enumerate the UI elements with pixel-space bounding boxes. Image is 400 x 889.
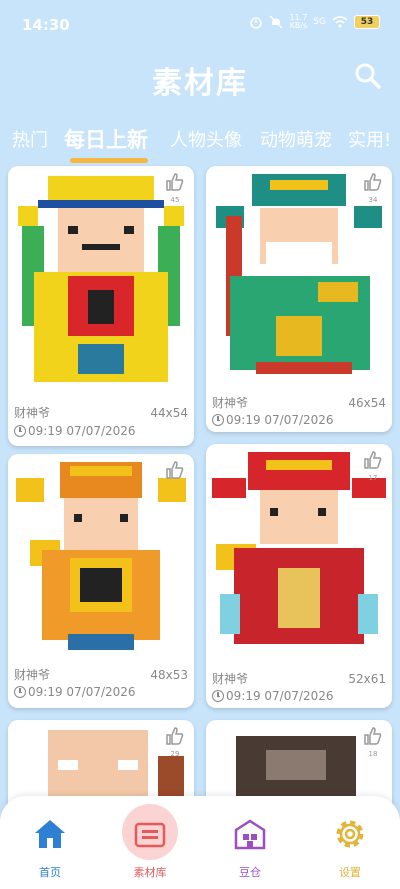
card-date: 09:19 07/07/2026 [14,424,136,438]
card-date: 09:19 07/07/2026 [14,685,136,699]
status-bar: 14:30 11.7 KB/s 5G 53 [0,0,400,48]
nav-warehouse-label: 豆仓 [239,866,261,879]
thumbs-up-icon [364,451,382,469]
home-icon [35,820,65,848]
clock-icon [14,425,26,437]
material-card[interactable]: 45 财神爷 44x54 09:19 07/07/2026 [8,166,194,446]
nav-settings[interactable]: 设置 [300,796,400,889]
mute-icon [269,15,284,29]
clock-icon [14,686,26,698]
tab-daily-new[interactable]: 每日上新 [64,124,148,154]
card-date: 09:19 07/07/2026 [212,689,334,703]
network-type: 5G [313,17,326,27]
card-size: 46x54 [348,396,386,410]
speed-unit: KB/s [289,21,308,30]
material-grid[interactable]: 45 财神爷 44x54 09:19 07/07/2026 34 财神爷 46x… [0,164,400,804]
card-size: 52x61 [348,672,386,686]
like-button[interactable]: 45 [162,172,188,204]
nav-settings-label: 设置 [339,866,361,879]
nav-home[interactable]: 首页 [0,796,100,889]
card-date-text: 09:19 07/07/2026 [226,689,334,703]
nav-warehouse[interactable]: 豆仓 [200,796,300,889]
nav-library-label: 素材库 [133,866,167,879]
card-date-text: 09:19 07/07/2026 [28,685,136,699]
thumbs-up-icon [166,173,184,191]
like-count: 18 [368,750,378,758]
thumbs-up-icon [166,461,184,479]
page-title: 素材库 [152,66,248,101]
nav-home-label: 首页 [39,866,61,879]
warehouse-icon [234,819,266,850]
like-count: 29 [170,750,180,758]
material-card[interactable]: 17 财神爷 52x61 09:19 07/07/2026 [206,444,392,708]
thumbs-up-icon [364,173,382,191]
like-count: 34 [368,196,378,204]
network-speed: 11.7 KB/s [289,14,307,30]
status-time: 14:30 [22,16,70,34]
card-title: 财神爷 [14,406,51,420]
battery-icon: 53 [354,15,380,29]
like-button[interactable] [162,460,188,484]
card-size: 44x54 [150,406,188,420]
card-title: 财神爷 [14,668,51,682]
tab-animals[interactable]: 动物萌宠 [260,126,332,152]
gear-icon [336,820,364,848]
thumbs-up-icon [364,727,382,745]
card-title: 财神爷 [212,672,249,686]
clock-icon [212,414,224,426]
tab-useful[interactable]: 实用! [348,126,391,152]
nav-library[interactable]: 素材库 [100,796,200,889]
like-count: 17 [368,474,378,482]
wifi-icon [332,16,348,28]
card-date-text: 09:19 07/07/2026 [226,413,334,427]
alarm-icon [250,17,263,29]
like-button[interactable]: 18 [360,726,386,758]
card-date-text: 09:19 07/07/2026 [28,424,136,438]
material-card[interactable]: 29 [8,720,194,804]
tab-hot[interactable]: 热门 [12,126,48,152]
category-tabs: 热门 每日上新 人物头像 动物萌宠 实用! [0,120,400,164]
material-card[interactable]: 财神爷 48x53 09:19 07/07/2026 [8,454,194,708]
active-tab-indicator [70,158,148,163]
material-card[interactable]: 34 财神爷 46x54 09:19 07/07/2026 [206,166,392,432]
like-button[interactable]: 34 [360,172,386,204]
bottom-nav: 首页 素材库 豆仓 设置 [0,796,400,889]
like-button[interactable]: 17 [360,450,386,482]
library-icon [134,822,166,848]
material-card[interactable]: 18 [206,720,392,804]
card-size: 48x53 [150,668,188,682]
like-count: 45 [170,196,180,204]
pixel-art-image [16,462,186,650]
search-icon[interactable] [354,62,382,90]
card-title: 财神爷 [212,396,249,410]
card-date: 09:19 07/07/2026 [212,413,334,427]
status-icons: 11.7 KB/s 5G 53 [249,14,380,30]
thumbs-up-icon [166,727,184,745]
tab-portraits[interactable]: 人物头像 [170,126,242,152]
clock-icon [212,690,224,702]
like-button[interactable]: 29 [162,726,188,758]
